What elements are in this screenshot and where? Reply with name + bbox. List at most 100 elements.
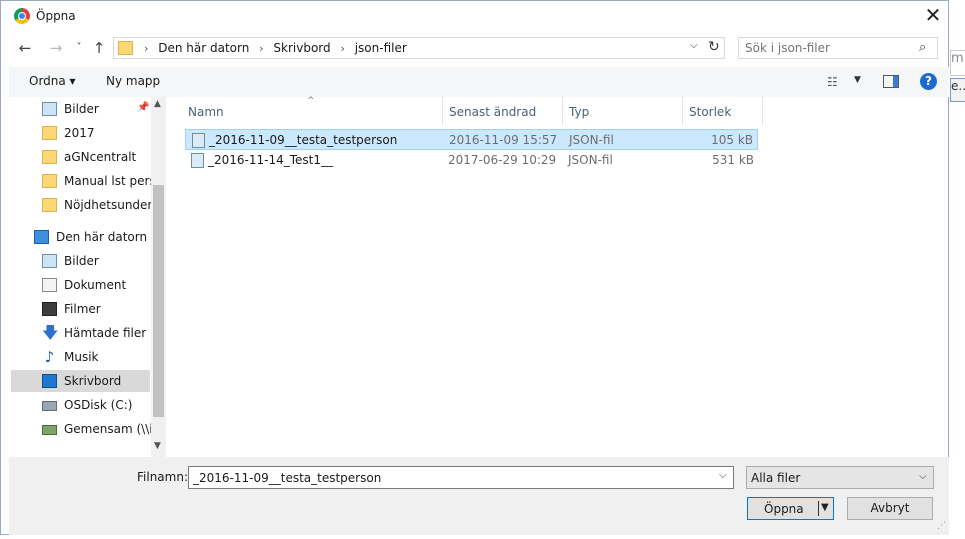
sidebar-item-label: Manual lst perso — [64, 174, 164, 188]
scroll-down-icon[interactable]: ▼ — [154, 441, 161, 451]
folder-icon — [42, 126, 57, 140]
file-name: _2016-11-14_Test1__ — [208, 153, 334, 167]
sidebar-item-2017[interactable]: 2017 — [9, 122, 151, 144]
file-modified: 2017-06-29 10:29 — [448, 153, 557, 167]
column-header-size[interactable]: Storlek — [683, 97, 763, 125]
help-icon[interactable]: ? — [920, 73, 937, 90]
recent-locations-button[interactable]: ˅ — [69, 39, 89, 57]
close-button[interactable]: ✕ — [921, 5, 945, 27]
sidebar-item-videos[interactable]: Filmer — [9, 298, 151, 320]
sidebar-scrollbar[interactable]: ▲ ▼ — [151, 97, 166, 457]
sidebar-item-label: Den här datorn — [56, 230, 148, 244]
background-fragment: e... — [950, 78, 965, 102]
chevron-right-icon: › — [340, 42, 345, 55]
file-size: 105 kB — [711, 133, 753, 147]
sidebar-item-label: OSDisk (C:) — [64, 398, 133, 412]
column-header-label: Namn — [188, 105, 224, 119]
sidebar-item-pictures-quick[interactable]: Bilder 📌 — [9, 98, 151, 120]
organize-button[interactable]: Ordna ▾ — [29, 74, 76, 88]
split-divider — [818, 501, 819, 516]
sidebar-item-desktop[interactable]: Skrivbord — [11, 370, 150, 392]
search-input[interactable] — [745, 40, 913, 56]
sidebar-item-label: Dokument — [64, 278, 127, 292]
preview-pane-icon[interactable] — [883, 75, 899, 88]
breadcrumb-json-filer[interactable]: json-filer — [355, 41, 407, 55]
sidebar-item-manual[interactable]: Manual lst perso — [9, 170, 163, 192]
sidebar-item-this-pc[interactable]: Den här datorn — [9, 226, 151, 248]
file-name: _2016-11-09__testa_testperson — [209, 133, 398, 147]
file-list: ^ Namn Senast ändrad Typ Storlek _2016-1… — [167, 96, 950, 457]
open-button-label: Öppna — [764, 502, 804, 516]
table-row[interactable]: _2016-11-14_Test1__ 2017-06-29 10:29 JSO… — [185, 150, 758, 171]
background-fragment: m — [950, 50, 965, 76]
filename-combobox[interactable]: ⌵ — [188, 466, 734, 489]
background-window: m e... — [949, 0, 965, 539]
back-button[interactable]: ← — [15, 39, 35, 57]
navigation-pane: Bilder 📌 2017 aGNcentralt Manual lst per… — [9, 97, 166, 457]
music-icon: ♪ — [44, 348, 55, 366]
sidebar-item-documents[interactable]: Dokument — [9, 274, 151, 296]
column-header-label: Senast ändrad — [449, 105, 537, 119]
open-button[interactable]: Öppna ▼ — [747, 497, 834, 520]
sidebar-item-label: Skrivbord — [64, 374, 122, 388]
forward-button[interactable]: → — [46, 39, 66, 57]
folder-icon — [42, 174, 57, 188]
breadcrumb: › Den här datorn › Skrivbord › json-file… — [138, 41, 407, 55]
view-options-icon[interactable]: ☷ — [827, 75, 838, 89]
search-box[interactable]: ⌕ — [738, 37, 938, 59]
sidebar-item-osdisk[interactable]: OSDisk (C:) — [9, 394, 151, 416]
scrollbar-thumb[interactable] — [153, 185, 164, 417]
chevron-right-icon: › — [144, 42, 149, 55]
sidebar-item-network-share[interactable]: Gemensam (\\in — [9, 418, 160, 440]
column-header-modified[interactable]: Senast ändrad — [443, 97, 563, 125]
sidebar-item-music[interactable]: ♪ Musik — [9, 346, 151, 368]
refresh-icon[interactable]: ↻ — [708, 39, 720, 55]
folder-icon — [42, 150, 57, 164]
file-modified: 2016-11-09 15:57 — [449, 133, 558, 147]
breadcrumb-desktop[interactable]: Skrivbord — [273, 41, 330, 55]
folder-icon — [118, 41, 133, 55]
column-header-type[interactable]: Typ — [563, 97, 683, 125]
sidebar-item-label: Bilder — [64, 102, 99, 116]
breadcrumb-this-pc[interactable]: Den här datorn — [158, 41, 249, 55]
toolbar: Ordna ▾ Ny mapp ☷ ▼ ? — [9, 67, 949, 97]
network-drive-icon — [42, 425, 57, 435]
chevron-down-icon: ⌵ — [919, 471, 927, 482]
chevron-down-icon[interactable]: ⌵ — [719, 470, 727, 481]
window-title: Öppna — [36, 9, 76, 23]
sidebar-item-label: Bilder — [64, 254, 99, 268]
sidebar-item-label: Gemensam (\\in — [64, 422, 161, 436]
column-header-name[interactable]: Namn — [182, 97, 443, 125]
chevron-right-icon: › — [259, 42, 264, 55]
drive-icon — [42, 401, 57, 411]
sidebar-item-agncentralt[interactable]: aGNcentralt — [9, 146, 151, 168]
chrome-icon — [14, 8, 30, 24]
open-dialog: Öppna ✕ ← → ˅ ↑ › Den här datorn › Skriv… — [0, 0, 949, 535]
desktop-icon — [42, 374, 57, 388]
up-button[interactable]: ↑ — [89, 39, 109, 57]
new-folder-button[interactable]: Ny mapp — [106, 74, 160, 88]
sidebar-item-pictures[interactable]: Bilder — [9, 250, 151, 272]
resize-grip-icon[interactable]: ⋰ — [937, 521, 946, 531]
chevron-down-icon[interactable]: ⌵ — [690, 40, 698, 51]
address-bar[interactable]: › Den här datorn › Skrivbord › json-file… — [113, 37, 725, 59]
filename-input[interactable] — [193, 470, 713, 485]
sidebar-item-nojdhet[interactable]: Nöjdhetsundersö — [9, 194, 166, 216]
file-type-filter[interactable]: Alla filer ⌵ — [746, 466, 934, 489]
json-file-icon — [191, 153, 204, 168]
open-dropdown-icon[interactable]: ▼ — [821, 502, 829, 513]
title-bar: Öppna ✕ — [1, 1, 948, 32]
column-header-label: Typ — [569, 105, 590, 119]
sidebar-item-label: 2017 — [64, 126, 95, 140]
table-row[interactable]: _2016-11-09__testa_testperson 2016-11-09… — [185, 129, 758, 150]
dialog-footer: Filnamn: ⌵ Alla filer ⌵ Öppna ▼ Avbryt ⋰ — [9, 457, 949, 535]
cancel-button[interactable]: Avbryt — [847, 497, 933, 520]
sidebar-item-downloads[interactable]: 🡇 Hämtade filer — [9, 322, 151, 344]
json-file-icon — [192, 133, 205, 148]
documents-icon — [42, 278, 57, 292]
pictures-icon — [42, 254, 57, 268]
chevron-down-icon[interactable]: ▼ — [854, 75, 861, 85]
sidebar-item-label: Musik — [64, 350, 99, 364]
scroll-up-icon[interactable]: ▲ — [154, 99, 161, 109]
sidebar-item-label: Filmer — [64, 302, 101, 316]
